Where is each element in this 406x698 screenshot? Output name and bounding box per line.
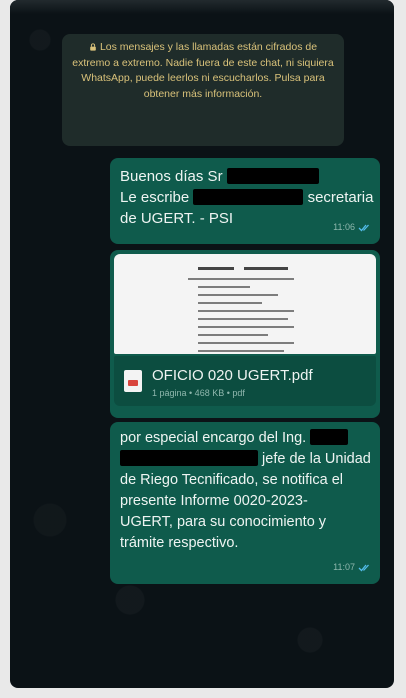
chat-screen: Los mensajes y las llamadas están cifrad… [10, 0, 394, 688]
message-time: 11:07 [333, 562, 355, 572]
file-meta: 1 página • 468 KB • pdf [152, 388, 245, 398]
message-line: Buenos días Sr [120, 166, 370, 187]
message-bubble[interactable]: por especial encargo del Ing. jefe de la… [110, 422, 380, 584]
document-message[interactable]: OFICIO 020 UGERT.pdf 1 página • 468 KB •… [110, 250, 380, 418]
document-preview[interactable] [114, 254, 376, 354]
message-line: presente Informe 0020-2023- [120, 493, 308, 509]
pdf-file-icon [124, 370, 142, 392]
redacted-text [226, 168, 319, 184]
read-ticks-icon [358, 564, 369, 572]
redacted-text [310, 429, 349, 445]
redacted-text [193, 189, 304, 205]
encryption-notice[interactable]: Los mensajes y las llamadas están cifrad… [62, 34, 344, 146]
message-line: UGERT, para su conocimiento y [120, 514, 327, 530]
message-bubble[interactable]: Buenos días Sr Le escribe secretaria de … [110, 158, 380, 244]
chat-header-edge [10, 0, 394, 14]
message-time: 11:06 [333, 222, 355, 232]
message-line: de Riego Tecnificado, se notifica el [120, 472, 344, 488]
read-ticks-icon [358, 224, 369, 232]
message-line: jefe de la Unidad [120, 449, 371, 470]
document-info[interactable]: OFICIO 020 UGERT.pdf 1 página • 468 KB •… [114, 356, 376, 406]
message-line: Le escribe secretaria [120, 189, 374, 206]
encryption-notice-text: Los mensajes y las llamadas están cifrad… [72, 41, 334, 100]
redacted-text [120, 450, 258, 466]
message-meta: 11:06 [333, 217, 372, 238]
lock-icon [90, 43, 96, 51]
message-meta: 11:07 [333, 557, 372, 578]
message-line: trámite respectivo. [120, 535, 239, 551]
message-line: por especial encargo del Ing. [120, 428, 370, 449]
file-name: OFICIO 020 UGERT.pdf [152, 367, 313, 384]
